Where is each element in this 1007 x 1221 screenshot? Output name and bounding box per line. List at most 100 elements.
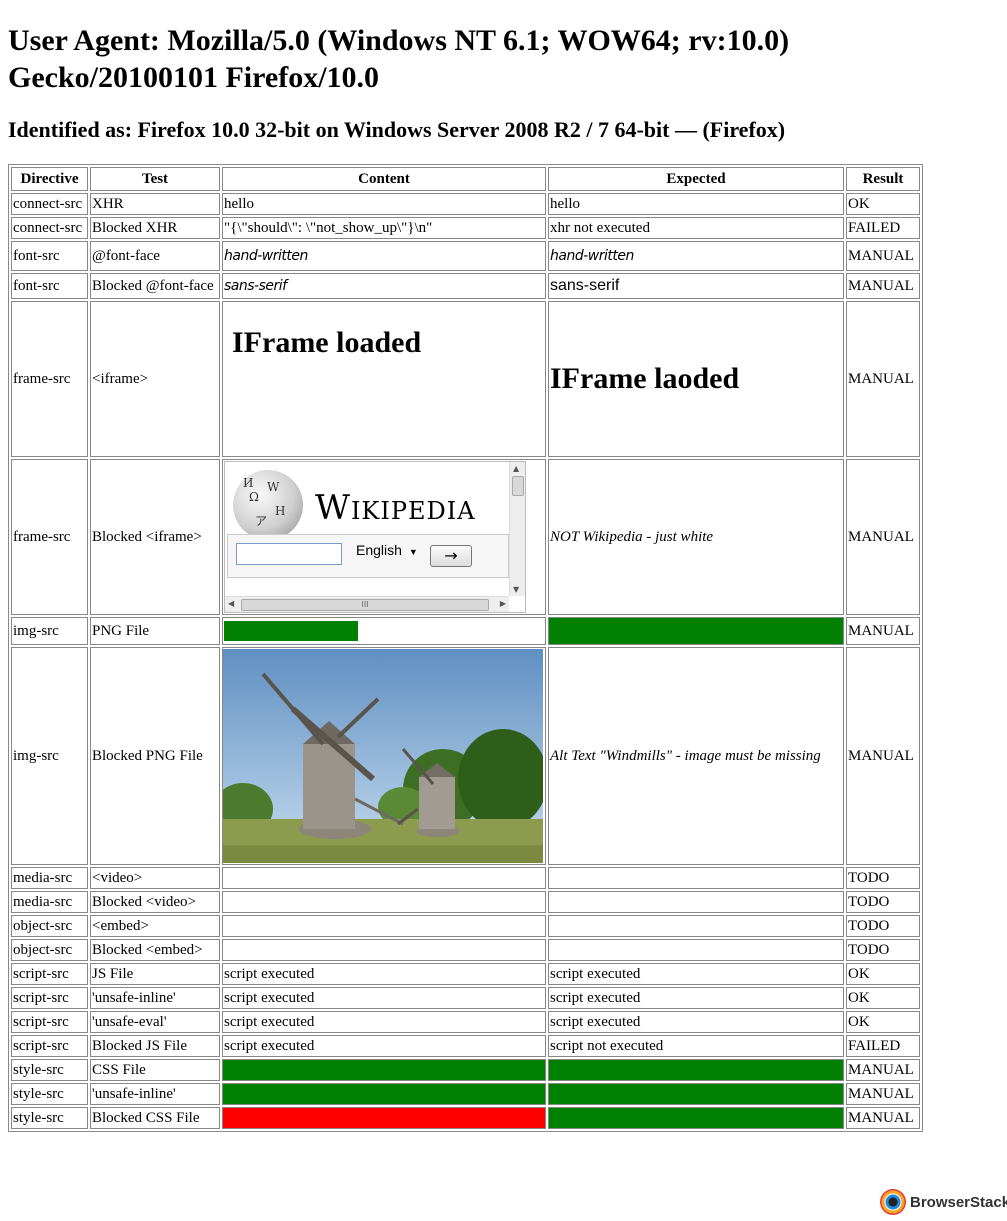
expected-cell: script executed bbox=[548, 987, 844, 1009]
iframe-horizontal-scrollbar[interactable]: ◀ III ▶ bbox=[225, 596, 509, 612]
table-row: font-src @font-face hand-written hand-wr… bbox=[11, 241, 920, 271]
result-cell: TODO bbox=[846, 915, 920, 937]
content-cell: script executed bbox=[222, 1035, 546, 1057]
table-row: style-src 'unsafe-inline' MANUAL bbox=[11, 1083, 920, 1105]
result-cell: MANUAL bbox=[846, 273, 920, 299]
expected-cell bbox=[548, 891, 844, 913]
content-cell bbox=[222, 915, 546, 937]
scrollbar-thumb[interactable] bbox=[512, 476, 524, 496]
header-expected: Expected bbox=[548, 167, 844, 191]
browserstack-logo: BrowserStack bbox=[880, 1188, 1007, 1216]
result-cell: MANUAL bbox=[846, 301, 920, 457]
expected-cell: Alt Text "Windmills" - image must be mis… bbox=[548, 647, 844, 865]
wikipedia-globe-logo: Ω W Н ア И bbox=[233, 470, 303, 540]
wikipedia-language-select[interactable]: English ▼ bbox=[352, 539, 420, 563]
content-cell: IFrame loaded bbox=[222, 301, 546, 457]
scroll-right-icon[interactable]: ▶ bbox=[500, 599, 506, 608]
expected-cell bbox=[548, 915, 844, 937]
table-row: media-src <video> TODO bbox=[11, 867, 920, 889]
content-cell bbox=[222, 647, 546, 865]
content-cell: "{\"should\": \"not_show_up\"}\n" bbox=[222, 217, 546, 239]
result-cell: MANUAL bbox=[846, 241, 920, 271]
expected-cell: IFrame laoded bbox=[548, 301, 844, 457]
browserstack-icon bbox=[880, 1189, 906, 1215]
iframe-loaded-text: IFrame loaded bbox=[232, 326, 422, 359]
result-cell: MANUAL bbox=[846, 647, 920, 865]
table-row: style-src Blocked CSS File MANUAL bbox=[11, 1107, 920, 1129]
scroll-down-icon[interactable]: ▼ bbox=[513, 585, 519, 594]
iframe-vertical-scrollbar[interactable]: ▲ ▼ bbox=[509, 462, 525, 596]
wikipedia-search-input[interactable] bbox=[236, 543, 342, 565]
test-cell: Blocked XHR bbox=[90, 217, 220, 239]
table-row: img-src Blocked PNG File Alt Text "Windm… bbox=[11, 647, 920, 865]
content-cell: script executed bbox=[222, 963, 546, 985]
table-row: connect-src Blocked XHR "{\"should\": \"… bbox=[11, 217, 920, 239]
wikipedia-search-form: English ▼ → bbox=[227, 534, 509, 578]
result-cell: OK bbox=[846, 1011, 920, 1033]
windmills-image bbox=[223, 649, 543, 863]
scroll-up-icon[interactable]: ▲ bbox=[513, 464, 519, 473]
table-row: script-src 'unsafe-inline' script execut… bbox=[11, 987, 920, 1009]
expected-cell: script executed bbox=[548, 963, 844, 985]
expected-cell bbox=[548, 939, 844, 961]
directive-cell: media-src bbox=[11, 867, 88, 889]
content-cell: script executed bbox=[222, 1011, 546, 1033]
wikipedia-wordmark: Wikipedia bbox=[315, 488, 476, 528]
directive-cell: object-src bbox=[11, 915, 88, 937]
directive-cell: style-src bbox=[11, 1107, 88, 1129]
result-cell: OK bbox=[846, 987, 920, 1009]
content-cell: Ω W Н ア И Wikipedia English ▼ → ▲ ▼ ◀ II… bbox=[222, 459, 546, 615]
content-cell bbox=[222, 867, 546, 889]
table-row: style-src CSS File MANUAL bbox=[11, 1059, 920, 1081]
test-cell: Blocked <iframe> bbox=[90, 459, 220, 615]
test-cell: 'unsafe-inline' bbox=[90, 1083, 220, 1105]
table-row: frame-src <iframe> IFrame loaded IFrame … bbox=[11, 301, 920, 457]
content-cell: script executed bbox=[222, 987, 546, 1009]
content-cell: hand-written bbox=[222, 241, 546, 271]
directive-cell: object-src bbox=[11, 939, 88, 961]
table-row: img-src PNG File MANUAL bbox=[11, 617, 920, 645]
expected-cell: hello bbox=[548, 193, 844, 215]
content-cell: sans-serif bbox=[222, 273, 546, 299]
table-row: object-src <embed> TODO bbox=[11, 915, 920, 937]
result-cell: FAILED bbox=[846, 217, 920, 239]
png-green-image bbox=[224, 621, 358, 641]
wikipedia-go-button[interactable]: → bbox=[430, 545, 472, 567]
expected-cell: NOT Wikipedia - just white bbox=[548, 459, 844, 615]
result-cell: MANUAL bbox=[846, 1083, 920, 1105]
table-row: script-src 'unsafe-eval' script executed… bbox=[11, 1011, 920, 1033]
directive-cell: connect-src bbox=[11, 193, 88, 215]
directive-cell: script-src bbox=[11, 1011, 88, 1033]
test-cell: Blocked <video> bbox=[90, 891, 220, 913]
directive-cell: frame-src bbox=[11, 301, 88, 457]
directive-cell: style-src bbox=[11, 1083, 88, 1105]
wikipedia-iframe[interactable]: Ω W Н ア И Wikipedia English ▼ → ▲ ▼ ◀ II… bbox=[224, 461, 526, 613]
directive-cell: img-src bbox=[11, 647, 88, 865]
table-row: font-src Blocked @font-face sans-serif s… bbox=[11, 273, 920, 299]
header-test: Test bbox=[90, 167, 220, 191]
identified-heading: Identified as: Firefox 10.0 32-bit on Wi… bbox=[8, 117, 786, 142]
test-cell: JS File bbox=[90, 963, 220, 985]
table-header-row: Directive Test Content Expected Result bbox=[11, 167, 920, 191]
scroll-left-icon[interactable]: ◀ bbox=[228, 599, 234, 608]
result-cell: TODO bbox=[846, 891, 920, 913]
scrollbar-thumb[interactable]: III bbox=[241, 599, 489, 611]
user-agent-heading: User Agent: Mozilla/5.0 (Windows NT 6.1;… bbox=[8, 24, 790, 94]
test-cell: PNG File bbox=[90, 617, 220, 645]
content-cell bbox=[222, 1083, 546, 1105]
directive-cell: img-src bbox=[11, 617, 88, 645]
table-row: script-src JS File script executed scrip… bbox=[11, 963, 920, 985]
result-cell: OK bbox=[846, 193, 920, 215]
csp-test-table: Directive Test Content Expected Result c… bbox=[8, 164, 923, 1132]
expected-cell bbox=[548, 1083, 844, 1105]
result-cell: TODO bbox=[846, 867, 920, 889]
test-cell: 'unsafe-inline' bbox=[90, 987, 220, 1009]
directive-cell: script-src bbox=[11, 1035, 88, 1057]
content-cell bbox=[222, 1059, 546, 1081]
expected-cell: sans-serif bbox=[548, 273, 844, 299]
test-cell: <iframe> bbox=[90, 301, 220, 457]
content-cell bbox=[222, 891, 546, 913]
header-result: Result bbox=[846, 167, 920, 191]
expected-cell: xhr not executed bbox=[548, 217, 844, 239]
test-cell: Blocked JS File bbox=[90, 1035, 220, 1057]
